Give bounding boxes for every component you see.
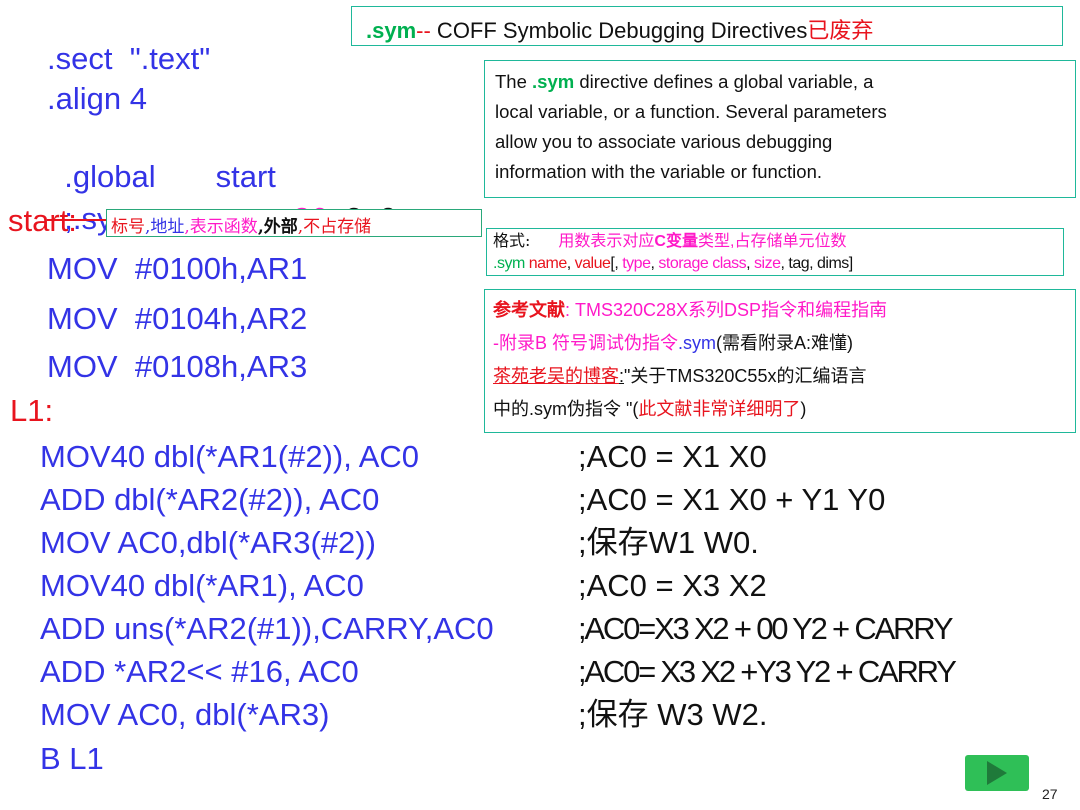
syntax-sym: .sym	[493, 255, 529, 272]
syntax-e: [,	[610, 255, 623, 272]
instr-op-6: ADD *AR2<< #16, AC0	[40, 654, 359, 689]
code-sect: .sect ".text"	[47, 41, 211, 76]
ref-line-3: 茶苑老吴的博客:"关于TMS320C55x的汇编语言	[493, 360, 1067, 393]
ref-sym: .sym	[678, 333, 717, 353]
annotation-box: 标号,地址,表示函数,外部,不占存储	[106, 209, 482, 237]
desc-line-1: The .sym directive defines a global vari…	[495, 67, 1065, 97]
ref-blog-title: "关于TMS320C55x的汇编语言	[624, 366, 867, 386]
description-box: The .sym directive defines a global vari…	[484, 60, 1076, 198]
instr-op-4: MOV40 dbl(*AR1), AC0	[40, 568, 364, 603]
syntax-rest: , tag, dims]	[780, 255, 853, 272]
format-box: 格式: 用数表示对应C变量类型,占存储单元位数 .sym name, value[…	[486, 228, 1064, 276]
desc-keyword: .sym	[532, 71, 575, 92]
ref-line-1: 参考文献: TMS320C28X系列DSP指令和编程指南	[493, 294, 1067, 327]
desc-line-3: allow you to associate various debugging	[495, 131, 833, 152]
instr-op-5: ADD uns(*AR2(#1)),CARRY,AC0	[40, 611, 494, 646]
format-hint-d: ,占存储单元位数	[730, 233, 847, 250]
syntax-i: ,	[746, 255, 755, 272]
play-icon	[987, 761, 1007, 785]
desc-line-4: information with the variable or functio…	[495, 161, 823, 182]
title-note: 已废弃	[807, 18, 874, 43]
instr-op-1: MOV40 dbl(*AR1(#2)), AC0	[40, 439, 420, 474]
ref-comment: 此文献非常详细明了	[638, 399, 801, 419]
ref-line-2: -附录B 符号调试伪指令.sym(需看附录A:难懂)	[493, 327, 1067, 360]
format-syntax: .sym name, value[, type, storage class , …	[493, 253, 1057, 275]
syntax-c: ,	[566, 255, 575, 272]
format-hint-b: C变量	[654, 233, 698, 250]
title-box: .sym-- COFF Symbolic Debugging Directive…	[351, 6, 1063, 46]
instr-comment-5: ;AC0=X3 X2 + 00 Y2 + CARRY	[578, 611, 954, 646]
annot-nostorage: ,不占存储	[297, 217, 372, 237]
start-label: start:	[8, 203, 77, 238]
mov-line-3: MOV #0108h,AR3	[47, 349, 308, 384]
ref-l4c: )	[800, 399, 807, 419]
instr-op-2: ADD dbl(*AR2(#2)), AC0	[40, 482, 380, 517]
mov-line-1: MOV #0100h,AR1	[47, 251, 308, 286]
desc-l1a: The	[495, 71, 533, 92]
ref-blog-link[interactable]: 茶苑老吴的博客	[493, 366, 619, 387]
reference-box: 参考文献: TMS320C28X系列DSP指令和编程指南 -附录B 符号调试伪指…	[484, 289, 1076, 433]
loop-label: L1:	[10, 393, 54, 428]
instr-comment-6: ;AC0= X3 X2 +Y3 Y2 + CARRY	[578, 654, 957, 689]
syntax-value: value	[574, 255, 611, 272]
ref-note: (需看附录A:难懂)	[716, 333, 854, 353]
title-sep: --	[416, 18, 431, 43]
instr-comment-1: ;AC0 = X1 X0	[578, 439, 767, 474]
format-hint-c: 类型	[697, 233, 730, 250]
syntax-type: type	[622, 255, 651, 272]
title-text: COFF Symbolic Debugging Directives	[430, 18, 808, 43]
instr-op-3: MOV AC0,dbl(*AR3(#2))	[40, 525, 376, 560]
annot-external: ,外部	[257, 217, 298, 237]
code-align: .align 4	[47, 81, 147, 116]
title-keyword: .sym	[366, 18, 417, 43]
annot-label: 标号	[111, 217, 145, 237]
annot-address: ,地址	[145, 217, 185, 237]
next-slide-button[interactable]	[965, 755, 1029, 791]
ref-appendix: -附录B 符号调试伪指令	[493, 333, 679, 353]
ref-heading: 参考文献	[493, 300, 565, 320]
syntax-storage-class: storage class	[658, 255, 747, 272]
ref-line-4: 中的.sym伪指令 "(此文献非常详细明了)	[493, 393, 1067, 426]
instr-comment-4: ;AC0 = X3 X2	[578, 568, 767, 603]
format-hint-a: 用数表示对应	[558, 231, 655, 250]
page-number: 27	[1042, 786, 1058, 802]
branch-line: B L1	[40, 741, 104, 776]
format-label: 格式:	[493, 231, 531, 250]
mov-line-2: MOV #0104h,AR2	[47, 301, 308, 336]
format-line-1: 格式: 用数表示对应C变量类型,占存储单元位数	[493, 230, 1057, 253]
instr-op-7: MOV AC0, dbl(*AR3)	[40, 697, 330, 732]
instr-comment-3: ;保存W1 W0.	[578, 525, 759, 560]
desc-line-2: local variable, or a function. Several p…	[495, 101, 887, 122]
ref-title-1: : TMS320C28X系列DSP指令和编程指南	[565, 300, 888, 320]
instr-comment-7: ;保存 W3 W2.	[578, 697, 768, 732]
ref-l4a: 中的.sym伪指令 "(	[493, 399, 639, 419]
desc-l1b: directive defines a global variable, a	[574, 71, 874, 92]
instr-comment-2: ;AC0 = X1 X0 + Y1 Y0	[578, 482, 886, 517]
syntax-size: size	[754, 255, 781, 272]
syntax-name: name	[528, 255, 568, 272]
annot-function: ,表示函数	[184, 217, 258, 237]
